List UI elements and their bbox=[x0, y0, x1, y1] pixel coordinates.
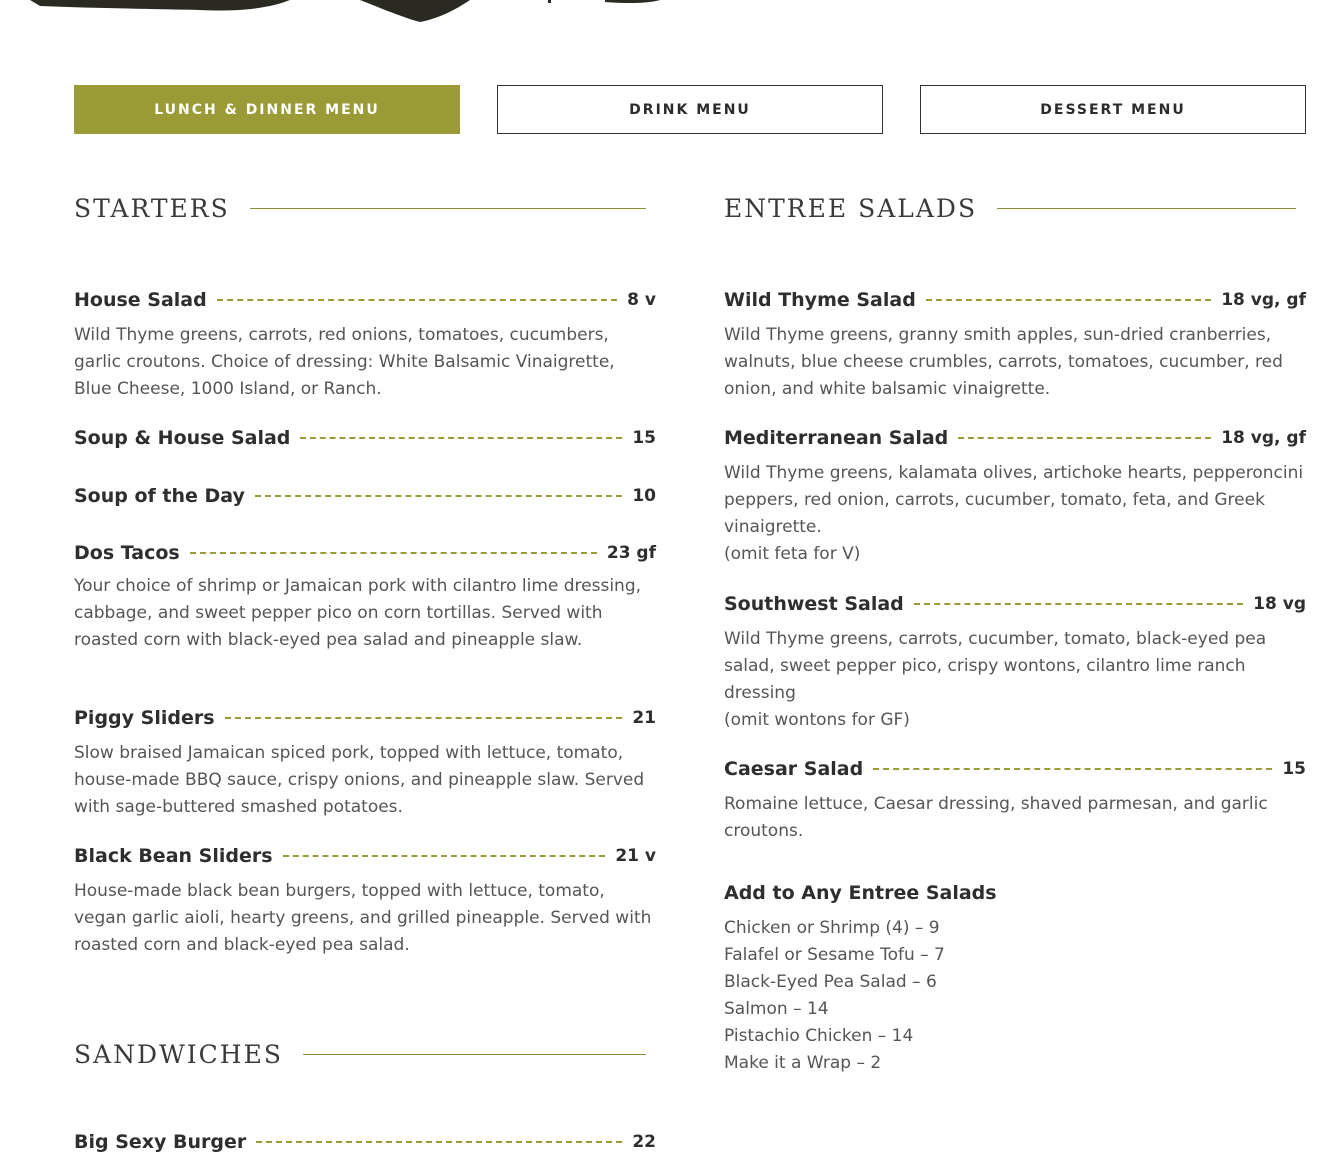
dotted-leader bbox=[254, 495, 623, 497]
item-name: Wild Thyme Salad bbox=[724, 289, 916, 311]
addon-line: Falafel or Sesame Tofu – 7 bbox=[724, 945, 945, 965]
item-price: 15 bbox=[632, 428, 656, 448]
salad-addons: Add to Any Entree Salads Chicken or Shri… bbox=[724, 879, 1306, 1077]
item-description: Wild Thyme greens, kalamata olives, arti… bbox=[724, 463, 1304, 537]
item-name: Piggy Sliders bbox=[74, 707, 215, 729]
menu-item-caesar-salad: Caesar Salad 15 Romaine lettuce, Caesar … bbox=[724, 755, 1306, 845]
dotted-leader bbox=[958, 437, 1212, 439]
item-price: 10 bbox=[632, 486, 656, 506]
menu-item-black-bean-sliders: Black Bean Sliders 21 v House-made black… bbox=[74, 842, 656, 959]
item-price: 18 vg, gf bbox=[1221, 428, 1306, 448]
menu-item-piggy-sliders: Piggy Sliders 21 Slow braised Jamaican s… bbox=[74, 704, 656, 821]
addons-list: Chicken or Shrimp (4) – 9 Falafel or Ses… bbox=[724, 915, 1306, 1077]
item-price: 15 bbox=[1282, 759, 1306, 779]
left-column: STARTERS House Salad 8 v Wild Thyme gree… bbox=[74, 0, 656, 1153]
divider bbox=[249, 208, 646, 209]
right-column: ENTREE SALADS Wild Thyme Salad 18 vg, gf… bbox=[724, 0, 1306, 1144]
addon-line: Salmon – 14 bbox=[724, 999, 829, 1019]
menu-item-big-sexy-burger: Big Sexy Burger 22 bbox=[74, 1128, 656, 1156]
item-name: House Salad bbox=[74, 289, 207, 311]
item-price: 18 vg bbox=[1253, 594, 1306, 614]
dotted-leader bbox=[282, 855, 606, 857]
addon-line: Pistachio Chicken – 14 bbox=[724, 1026, 914, 1046]
section-title: SANDWICHES bbox=[74, 1040, 283, 1069]
item-name: Mediterranean Salad bbox=[724, 427, 949, 449]
section-title: ENTREE SALADS bbox=[724, 194, 978, 223]
item-price: 21 bbox=[632, 708, 656, 728]
item-price: 21 v bbox=[615, 846, 656, 866]
item-note: (omit feta for V) bbox=[724, 544, 861, 564]
dotted-leader bbox=[224, 717, 623, 719]
dotted-leader bbox=[913, 603, 1244, 605]
dotted-leader bbox=[189, 552, 597, 554]
item-description: Romaine lettuce, Caesar dressing, shaved… bbox=[724, 794, 1268, 841]
item-description: House-made black bean burgers, topped wi… bbox=[74, 881, 652, 955]
item-name: Dos Tacos bbox=[74, 542, 180, 564]
item-description: Wild Thyme greens, carrots, cucumber, to… bbox=[724, 629, 1267, 703]
item-price: 23 gf bbox=[606, 543, 656, 563]
addon-line: Black-Eyed Pea Salad – 6 bbox=[724, 972, 937, 992]
entree-salads-heading: ENTREE SALADS bbox=[724, 194, 1296, 223]
dotted-leader bbox=[216, 299, 618, 301]
item-description: Your choice of shrimp or Jamaican pork w… bbox=[74, 576, 642, 650]
dotted-leader bbox=[925, 299, 1212, 301]
item-name: Soup of the Day bbox=[74, 485, 245, 507]
dotted-leader bbox=[300, 437, 623, 439]
starters-heading: STARTERS bbox=[74, 194, 646, 223]
menu-item-southwest-salad: Southwest Salad 18 vg Wild Thyme greens,… bbox=[724, 590, 1306, 734]
item-price: 8 v bbox=[627, 290, 656, 310]
menu-item-soup-house-salad: Soup & House Salad 15 bbox=[74, 424, 656, 452]
menu-item-wild-thyme-salad: Wild Thyme Salad 18 vg, gf Wild Thyme gr… bbox=[724, 286, 1306, 403]
addon-line: Make it a Wrap – 2 bbox=[724, 1053, 882, 1073]
dotted-leader bbox=[873, 768, 1273, 770]
addon-line: Chicken or Shrimp (4) – 9 bbox=[724, 918, 940, 938]
menu-item-house-salad: House Salad 8 v Wild Thyme greens, carro… bbox=[74, 286, 656, 403]
item-price: 22 bbox=[632, 1132, 656, 1152]
addons-title: Add to Any Entree Salads bbox=[724, 882, 997, 904]
item-name: Big Sexy Burger bbox=[74, 1131, 247, 1153]
item-name: Caesar Salad bbox=[724, 758, 864, 780]
menu-item-soup-of-the-day: Soup of the Day 10 bbox=[74, 482, 656, 510]
item-name: Soup & House Salad bbox=[74, 427, 291, 449]
menu-item-mediterranean-salad: Mediterranean Salad 18 vg, gf Wild Thyme… bbox=[724, 424, 1306, 568]
section-title: STARTERS bbox=[74, 194, 230, 223]
item-note: (omit wontons for GF) bbox=[724, 710, 910, 730]
menu-item-dos-tacos: Dos Tacos 23 gf Your choice of shrimp or… bbox=[74, 539, 656, 654]
item-description: Wild Thyme greens, carrots, red onions, … bbox=[74, 325, 615, 399]
divider bbox=[997, 208, 1296, 209]
item-name: Southwest Salad bbox=[724, 593, 904, 615]
dotted-leader bbox=[256, 1141, 623, 1143]
item-description: Wild Thyme greens, granny smith apples, … bbox=[724, 325, 1283, 399]
item-name: Black Bean Sliders bbox=[74, 845, 273, 867]
item-price: 18 vg, gf bbox=[1221, 290, 1306, 310]
item-description: Slow braised Jamaican spiced pork, toppe… bbox=[74, 743, 645, 817]
divider bbox=[302, 1054, 646, 1055]
sandwiches-heading: SANDWICHES bbox=[74, 1040, 646, 1069]
